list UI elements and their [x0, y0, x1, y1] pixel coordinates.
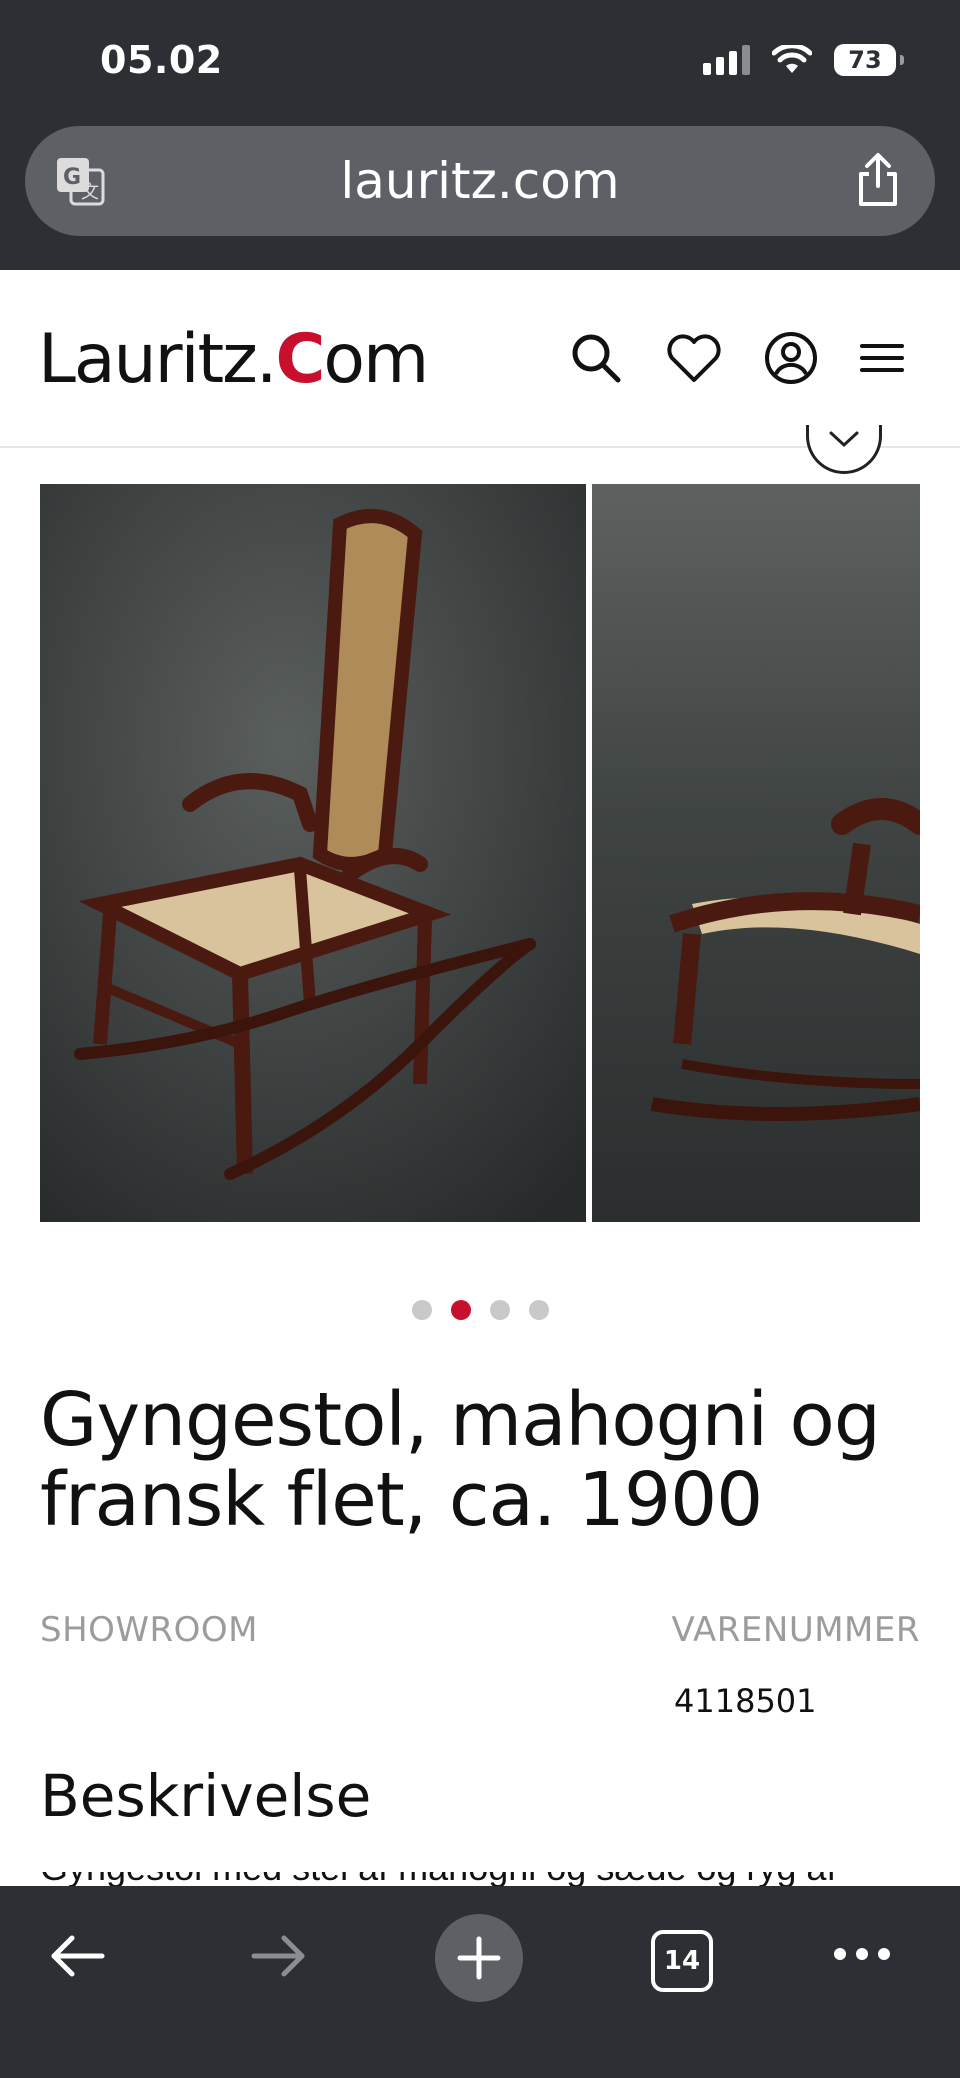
item-number: 4118501	[674, 1682, 817, 1720]
gallery-dot[interactable]	[528, 1300, 549, 1320]
battery-indicator: 73	[834, 44, 904, 76]
gallery-dot-active[interactable]	[450, 1300, 471, 1320]
tabs-count-button[interactable]: 14	[651, 1930, 713, 1992]
menu-icon[interactable]	[858, 330, 906, 386]
cellular-signal-icon	[703, 45, 750, 75]
share-icon[interactable]	[855, 152, 901, 208]
wifi-icon	[772, 45, 812, 73]
back-arrow-icon[interactable]	[48, 1926, 108, 1986]
browser-top-chrome: 05.02 73 G 文 lauritz.com	[0, 0, 960, 270]
status-icons: 73	[703, 44, 904, 76]
site-header: Lauritz. Com	[0, 270, 960, 448]
gallery-dot[interactable]	[489, 1300, 510, 1320]
description-heading: Beskrivelse	[40, 1762, 372, 1830]
url-text[interactable]: lauritz.com	[25, 152, 935, 210]
logo-text: Lauritz.	[38, 320, 277, 399]
more-options-icon[interactable]	[832, 1944, 892, 1964]
product-photo-main[interactable]	[40, 484, 586, 1222]
lauritz-logo[interactable]: Lauritz. Com	[38, 320, 429, 400]
heart-icon[interactable]	[665, 330, 723, 386]
product-photo-next[interactable]	[592, 484, 920, 1222]
new-tab-button[interactable]	[435, 1914, 523, 2002]
showroom-label: SHOWROOM	[40, 1610, 259, 1650]
status-time: 05.02	[100, 38, 223, 82]
browser-toolbar: 14	[0, 1886, 960, 2078]
plus-icon	[457, 1936, 501, 1980]
logo-text-end: om	[323, 320, 429, 399]
account-icon[interactable]	[763, 330, 819, 386]
gallery-dot[interactable]	[411, 1300, 432, 1320]
gallery-pagination	[0, 1300, 960, 1320]
forward-arrow-icon[interactable]	[248, 1926, 308, 1986]
product-title: Gyngestol, mahogni og fransk flet, ca. 1…	[40, 1377, 881, 1543]
address-bar[interactable]: G 文 lauritz.com	[25, 126, 935, 236]
search-icon[interactable]	[568, 330, 624, 386]
item-number-label: VARENUMMER	[671, 1610, 920, 1650]
product-gallery[interactable]	[40, 484, 920, 1222]
logo-c-mark: C	[275, 320, 325, 399]
description-text: Gyngestol med stel af mahogni og sæde og…	[40, 1872, 920, 1886]
chevron-down-icon[interactable]	[806, 425, 882, 474]
